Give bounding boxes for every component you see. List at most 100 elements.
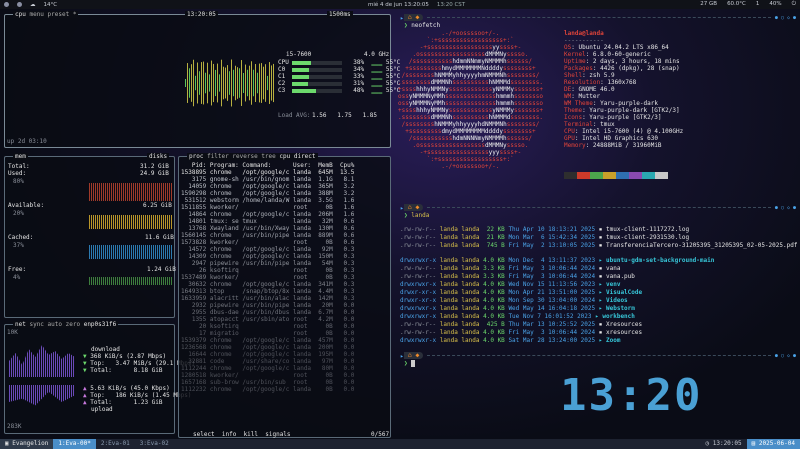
- process-row[interactable]: 1590298 chrome /opt/google/c landa 388M …: [181, 190, 389, 197]
- process-row[interactable]: 1538895 chrome /opt/google/c landa 645M …: [181, 169, 389, 176]
- file-row[interactable]: drwxrwxr-x landa landa 4.0 KB Wed Nov 15…: [400, 281, 796, 289]
- power-icon[interactable]: ⏻: [792, 1, 796, 8]
- process-row[interactable]: 17 migratio root 0B 0.0: [181, 330, 389, 337]
- download-label: download: [91, 346, 120, 353]
- cloud-icon: ☁: [30, 1, 36, 8]
- file-row[interactable]: .rw-rw-r-- landa landa 22 KB Thu Apr 10 …: [400, 226, 796, 234]
- file-row[interactable]: .rw-rw-r-- landa landa 21 KB Mon Mar 6 1…: [400, 234, 796, 242]
- disks-title[interactable]: disks: [147, 153, 170, 160]
- process-row[interactable]: 1539379 chrome /opt/google/c landa 457M …: [181, 337, 389, 344]
- file-row[interactable]: .rw-rw-r-- landa landa 3.3 KB Fri May 3 …: [400, 265, 796, 273]
- process-table: Pid: Program: Command: User: MemB Cpu% 15…: [181, 162, 389, 393]
- process-row[interactable]: 30632 chrome /opt/google/c landa 341M 0.…: [181, 281, 389, 288]
- file-row[interactable]: .rw-rw-r-- landa landa 425 B Thu Mar 13 …: [400, 321, 796, 329]
- process-row[interactable]: 1280518 kworker/ root 0B 0.0: [181, 372, 389, 379]
- refresh-interval[interactable]: 1500ms: [327, 11, 353, 18]
- process-row[interactable]: 14864 chrome /opt/google/c landa 206M 1.…: [181, 211, 389, 218]
- file-row[interactable]: drwxr-xr-x landa landa 4.0 KB Mon Sep 30…: [400, 297, 796, 305]
- neofetch-row: Packages: 4426 (dpkg), 28 (snap): [564, 65, 680, 72]
- process-row[interactable]: 14309 chrome /opt/google/c landa 150M 0.…: [181, 253, 389, 260]
- prompt-3[interactable]: ❯ _: [404, 360, 415, 367]
- file-row[interactable]: .rw-rw-r-- landa landa 745 B Fri May 2 1…: [400, 242, 797, 250]
- neofetch-row: Shell: zsh 5.9: [564, 72, 615, 79]
- palette-swatch: [564, 172, 577, 179]
- tmux-window-3[interactable]: 3:Eva-02: [135, 439, 174, 449]
- process-row[interactable]: 2955 dbus-dae /usr/bin/dbus landa 6.7M 0…: [181, 309, 389, 316]
- process-row[interactable]: 2932 pipewire /usr/bin/pipe landa 20M 0.…: [181, 302, 389, 309]
- file-row[interactable]: .rw-rw-r-- landa landa 4.0 KB Fri May 3 …: [400, 329, 796, 337]
- ram-indicator[interactable]: 27 GB: [700, 1, 717, 8]
- file-row[interactable]: drwxrwxr-x landa landa 4.0 KB Sat Mar 28…: [400, 337, 796, 345]
- process-row[interactable]: 1560145 chrome /usr/bin/pipe landa 889M …: [181, 232, 389, 239]
- neofetch-row: Resolution: 1360x768: [564, 79, 637, 86]
- process-row[interactable]: 1236568 chrome /opt/google/c landa 200M …: [181, 344, 389, 351]
- mem-free-label: Free:: [8, 266, 27, 273]
- process-row[interactable]: 1511855 kworker/ root 0B 1.6: [181, 204, 389, 211]
- neofetch-row: Kernel: 6.8.0-60-generic: [564, 51, 651, 58]
- avail-graph: [89, 215, 173, 229]
- battery-indicator[interactable]: 40%: [769, 1, 781, 8]
- ascii-line: /ssssssssssshdmmNNmmyNMMMMhssssss/: [408, 58, 533, 65]
- tmux-window-2[interactable]: 2:Eva-01: [96, 439, 135, 449]
- ascii-line: ossyNMMMNyMMhsssssssssssssshmmmhssssssso: [398, 93, 543, 100]
- process-row[interactable]: 3175 gnome-sh /usr/bin/gnom landa 1.1G 8…: [181, 176, 389, 183]
- net-title[interactable]: net sync auto zero enp0s31f6: [13, 321, 119, 328]
- process-row[interactable]: 1649313 btop /snap/btop/8x landa 4.4M 0.…: [181, 288, 389, 295]
- process-row[interactable]: 531512 webstorm /home/landa/W landa 3.5G…: [181, 197, 389, 204]
- neofetch-row: Memory: 24888MiB / 31960MiB: [564, 142, 662, 149]
- ascii-line: `:+ssssssssssssssssss+:`: [426, 156, 514, 163]
- proc-footer[interactable]: select info kill signals: [193, 431, 291, 438]
- process-row[interactable]: 1112244 chrome /opt/google/c landa 80M 0…: [181, 365, 389, 372]
- palette-swatch: [603, 172, 616, 179]
- activities-icon[interactable]: [4, 2, 9, 7]
- process-row[interactable]: 14059 chrome /opt/google/c landa 365M 3.…: [181, 183, 389, 190]
- upload-label: upload: [91, 406, 113, 413]
- process-row[interactable]: 32881 code /usr/share/co landa 97M 0.0: [181, 358, 389, 365]
- download-graph: [9, 345, 75, 377]
- process-row[interactable]: 14572 chrome /opt/google/c landa 92M 0.3: [181, 246, 389, 253]
- mem-title[interactable]: mem: [13, 153, 28, 160]
- proc-header[interactable]: Pid: Program: Command: User: MemB Cpu%: [181, 162, 389, 169]
- process-row[interactable]: 26 ksoftirq root 0B 0.3: [181, 267, 389, 274]
- process-row[interactable]: 13768 Xwayland /usr/bin/Xway landa 130M …: [181, 225, 389, 232]
- mem-free: 1.24 GiB: [147, 266, 176, 273]
- cpu-title[interactable]: cpu menu preset *: [13, 11, 79, 18]
- file-row[interactable]: .rw-rw-r-- landa landa 3.3 KB Fri May 3 …: [400, 273, 796, 281]
- prompt-2: ❯ landa: [404, 212, 430, 219]
- neofetch-row: GPU: Intel HD Graphics 630: [564, 135, 658, 142]
- workspace-indicator[interactable]: 1: [756, 1, 760, 8]
- tmux-window-1[interactable]: 1:Eva-00*: [53, 439, 96, 449]
- ascii-line: -+sssssssssssssssssyyyssss+-: [419, 149, 522, 156]
- process-row[interactable]: 14801 tmux: se tmux landa 32M 0.6: [181, 218, 389, 225]
- neofetch-row: WM: Mutter: [564, 93, 601, 100]
- process-row[interactable]: 2947 pipewire /usr/bin/pipe landa 54M 0.…: [181, 260, 389, 267]
- app-icon[interactable]: [17, 2, 22, 7]
- file-row[interactable]: drwxr-xr-x landa landa 4.0 KB Mon Apr 21…: [400, 289, 796, 297]
- process-row[interactable]: 1112232 chrome /opt/google/c landa 0B 0.…: [181, 386, 389, 393]
- proc-title[interactable]: proc filter reverse tree cpu direct: [187, 153, 318, 160]
- process-row[interactable]: 1633959 alacritt /usr/bin/alac landa 142…: [181, 295, 389, 302]
- file-row[interactable]: drwxrwxr-x landa landa 4.0 KB Tue Nov 7 …: [400, 313, 796, 321]
- cached-graph: [89, 245, 173, 259]
- top-panel: ☁ 14°C mié 4 de jun 13:20:05 13:20 CST 27 …: [0, 0, 800, 9]
- folder-icon-2: ⌂ ◆: [403, 352, 424, 359]
- mem-avail: 6.25 GiB: [143, 202, 172, 209]
- process-row[interactable]: 1537489 kworker/ root 0B 0.3: [181, 274, 389, 281]
- clock-date[interactable]: mié 4 de jun 13:20:05: [368, 2, 429, 8]
- file-row[interactable]: drwxrwxr-x landa landa 4.0 KB Wed May 14…: [400, 305, 796, 313]
- process-row[interactable]: 1573828 kworker/ root 0B 0.6: [181, 239, 389, 246]
- ls-listing-1: .rw-rw-r-- landa landa 22 KB Thu Apr 10 …: [400, 226, 797, 250]
- tmux-session[interactable]: ▣ Evangelion: [0, 439, 54, 449]
- mem-cached: 11.6 GiB: [145, 234, 174, 241]
- neofetch-row: DE: GNOME 46.0: [564, 86, 615, 93]
- process-row[interactable]: 1355 atopacct /usr/sbin/ato root 4.2M 0.…: [181, 316, 389, 323]
- ascii-line: .ossssssssssssssssssdMMMNysssso.: [412, 51, 529, 58]
- cpu-temp-indicator[interactable]: 60.0°C: [727, 1, 746, 8]
- process-row[interactable]: 1657168 sub-brow /usr/bin/sub root 0B 0.…: [181, 379, 389, 386]
- process-row[interactable]: 20 ksoftirq root 0B 0.0: [181, 323, 389, 330]
- file-row[interactable]: drwxrwxr-x landa landa 4.0 KB Mon Dec 4 …: [400, 257, 796, 265]
- ascii-line: .-/+oossssoo+/-.: [441, 30, 500, 37]
- tmux-status-bar: ▣ Evangelion 1:Eva-00* 2:Eva-01 3:Eva-02…: [0, 439, 800, 449]
- process-row[interactable]: 16644 chrome /opt/google/c landa 195M 0.…: [181, 351, 389, 358]
- ascii-line: `:+ssssssssssssssssss+:`: [426, 37, 514, 44]
